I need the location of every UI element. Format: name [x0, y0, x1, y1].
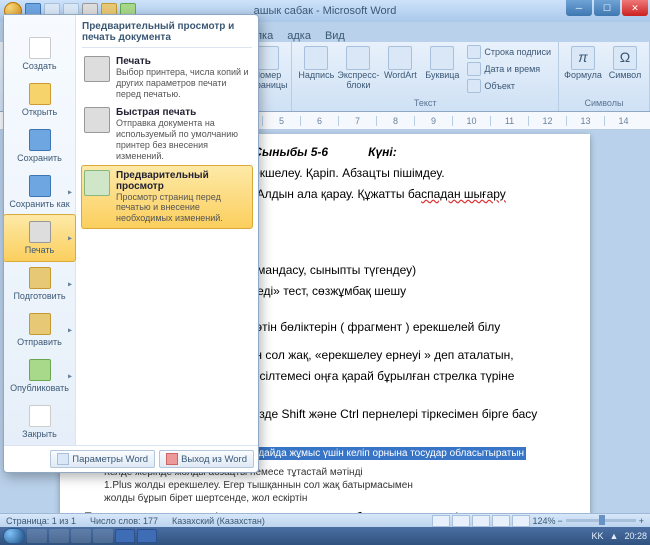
status-language[interactable]: Казахский (Казахстан)	[172, 516, 265, 526]
object-icon	[467, 79, 481, 93]
menu-print[interactable]: Печать▸	[3, 214, 76, 262]
taskbar-media-icon[interactable]	[71, 529, 91, 543]
chevron-right-icon: ▸	[68, 234, 72, 243]
dropcap-icon	[430, 46, 454, 70]
print-option[interactable]: ПечатьВыбор принтера, числа копий и друг…	[82, 52, 252, 103]
saveas-icon	[29, 175, 51, 197]
tray-flag-icon[interactable]: ▲	[610, 531, 619, 541]
zoom-percent[interactable]: 124%	[532, 516, 555, 526]
quick-parts-button[interactable]: Экспресс-блоки	[338, 44, 378, 93]
print-icon	[29, 221, 51, 243]
textbox-button[interactable]: Надпись	[296, 44, 336, 83]
textbox-icon	[304, 46, 328, 70]
group-label: Текст	[296, 98, 554, 109]
symbol-button[interactable]: ΩСимвол	[605, 44, 645, 83]
gear-icon	[57, 453, 69, 465]
send-icon	[29, 313, 51, 335]
zoom-in-icon[interactable]: +	[639, 516, 644, 526]
word-options-button[interactable]: Параметры Word	[50, 450, 155, 468]
menu-close[interactable]: Закрыть	[4, 399, 75, 445]
menu-prepare[interactable]: Подготовить▸	[4, 261, 75, 307]
chevron-right-icon: ▸	[68, 280, 72, 289]
menu-new[interactable]: Создать	[4, 31, 75, 77]
chevron-right-icon: ▸	[68, 372, 72, 381]
menu-publish[interactable]: Опубликовать▸	[4, 353, 75, 399]
signature-line-button[interactable]: Строка подписи	[464, 44, 554, 60]
windows-taskbar: KK ▲ 20:28	[0, 527, 650, 545]
wordart-icon	[388, 46, 412, 70]
taskbar-ie-icon[interactable]	[49, 529, 69, 543]
close-icon	[29, 405, 51, 427]
ribbon-tab[interactable]: адка	[287, 30, 311, 42]
submenu-header: Предварительный просмотр и печать докуме…	[82, 21, 252, 48]
taskbar-explorer-icon[interactable]	[27, 529, 47, 543]
menu-open[interactable]: Открыть	[4, 77, 75, 123]
prepare-icon	[29, 267, 51, 289]
office-menu: Создать Открыть Сохранить Сохранить как▸…	[3, 14, 259, 473]
window-title: ашык сабак - Microsoft Word	[254, 5, 397, 17]
group-label: Символы	[563, 98, 645, 109]
status-bar: Страница: 1 из 1 Число слов: 177 Казахск…	[0, 513, 650, 527]
taskbar-word-icon[interactable]	[137, 529, 157, 543]
menu-save-as[interactable]: Сохранить как▸	[4, 169, 75, 215]
view-draft[interactable]	[512, 515, 530, 527]
wordart-button[interactable]: WordArt	[380, 44, 420, 83]
view-print-layout[interactable]	[432, 515, 450, 527]
view-fullscreen[interactable]	[452, 515, 470, 527]
object-button[interactable]: Объект	[464, 78, 554, 94]
publish-icon	[29, 359, 51, 381]
print-preview-option[interactable]: Предварительный просмотрПросмотр страниц…	[81, 165, 253, 229]
menu-save[interactable]: Сохранить	[4, 123, 75, 169]
status-words[interactable]: Число слов: 177	[90, 516, 158, 526]
exit-word-button[interactable]: Выход из Word	[159, 450, 254, 468]
ribbon-tab[interactable]: Вид	[325, 30, 345, 42]
date-icon	[467, 62, 481, 76]
taskbar-word-icon[interactable]	[115, 529, 135, 543]
office-menu-left: Создать Открыть Сохранить Сохранить как▸…	[4, 15, 76, 445]
tray-language[interactable]: KK	[592, 531, 604, 541]
status-page[interactable]: Страница: 1 из 1	[6, 516, 76, 526]
office-menu-footer: Параметры Word Выход из Word	[4, 445, 258, 472]
chevron-right-icon: ▸	[68, 326, 72, 335]
zoom-handle[interactable]	[599, 515, 605, 525]
open-icon	[29, 83, 51, 105]
view-outline[interactable]	[492, 515, 510, 527]
save-icon	[29, 129, 51, 151]
new-icon	[29, 37, 51, 59]
maximize-button[interactable]: ☐	[594, 0, 620, 16]
dropcap-button[interactable]: Буквица	[422, 44, 462, 83]
signature-icon	[467, 45, 481, 59]
date-time-button[interactable]: Дата и время	[464, 61, 554, 77]
quick-print-icon	[84, 107, 110, 133]
equation-button[interactable]: πФормула	[563, 44, 603, 83]
preview-icon	[84, 170, 110, 196]
class-label: Сыныбы 5-6	[253, 144, 328, 161]
window-controls: ─ ☐ ✕	[566, 0, 648, 16]
zoom-slider[interactable]: − +	[557, 516, 644, 526]
view-web-layout[interactable]	[472, 515, 490, 527]
day-label: Күні:	[368, 144, 397, 161]
close-button[interactable]: ✕	[622, 0, 648, 16]
exit-icon	[166, 453, 178, 465]
quickparts-icon	[346, 46, 370, 70]
equation-icon: π	[571, 46, 595, 70]
zoom-out-icon[interactable]: −	[557, 516, 562, 526]
symbol-icon: Ω	[613, 46, 637, 70]
system-tray: KK ▲ 20:28	[592, 531, 647, 541]
menu-send[interactable]: Отправить▸	[4, 307, 75, 353]
zoom-track[interactable]	[566, 519, 636, 522]
quick-print-option[interactable]: Быстрая печатьОтправка документа на испо…	[82, 103, 252, 165]
start-button[interactable]	[3, 528, 25, 544]
print-icon	[84, 56, 110, 82]
minimize-button[interactable]: ─	[566, 0, 592, 16]
taskbar-app-icon[interactable]	[93, 529, 113, 543]
office-menu-right: Предварительный просмотр и печать докуме…	[76, 15, 258, 445]
tray-clock[interactable]: 20:28	[624, 531, 647, 541]
chevron-right-icon: ▸	[68, 188, 72, 197]
